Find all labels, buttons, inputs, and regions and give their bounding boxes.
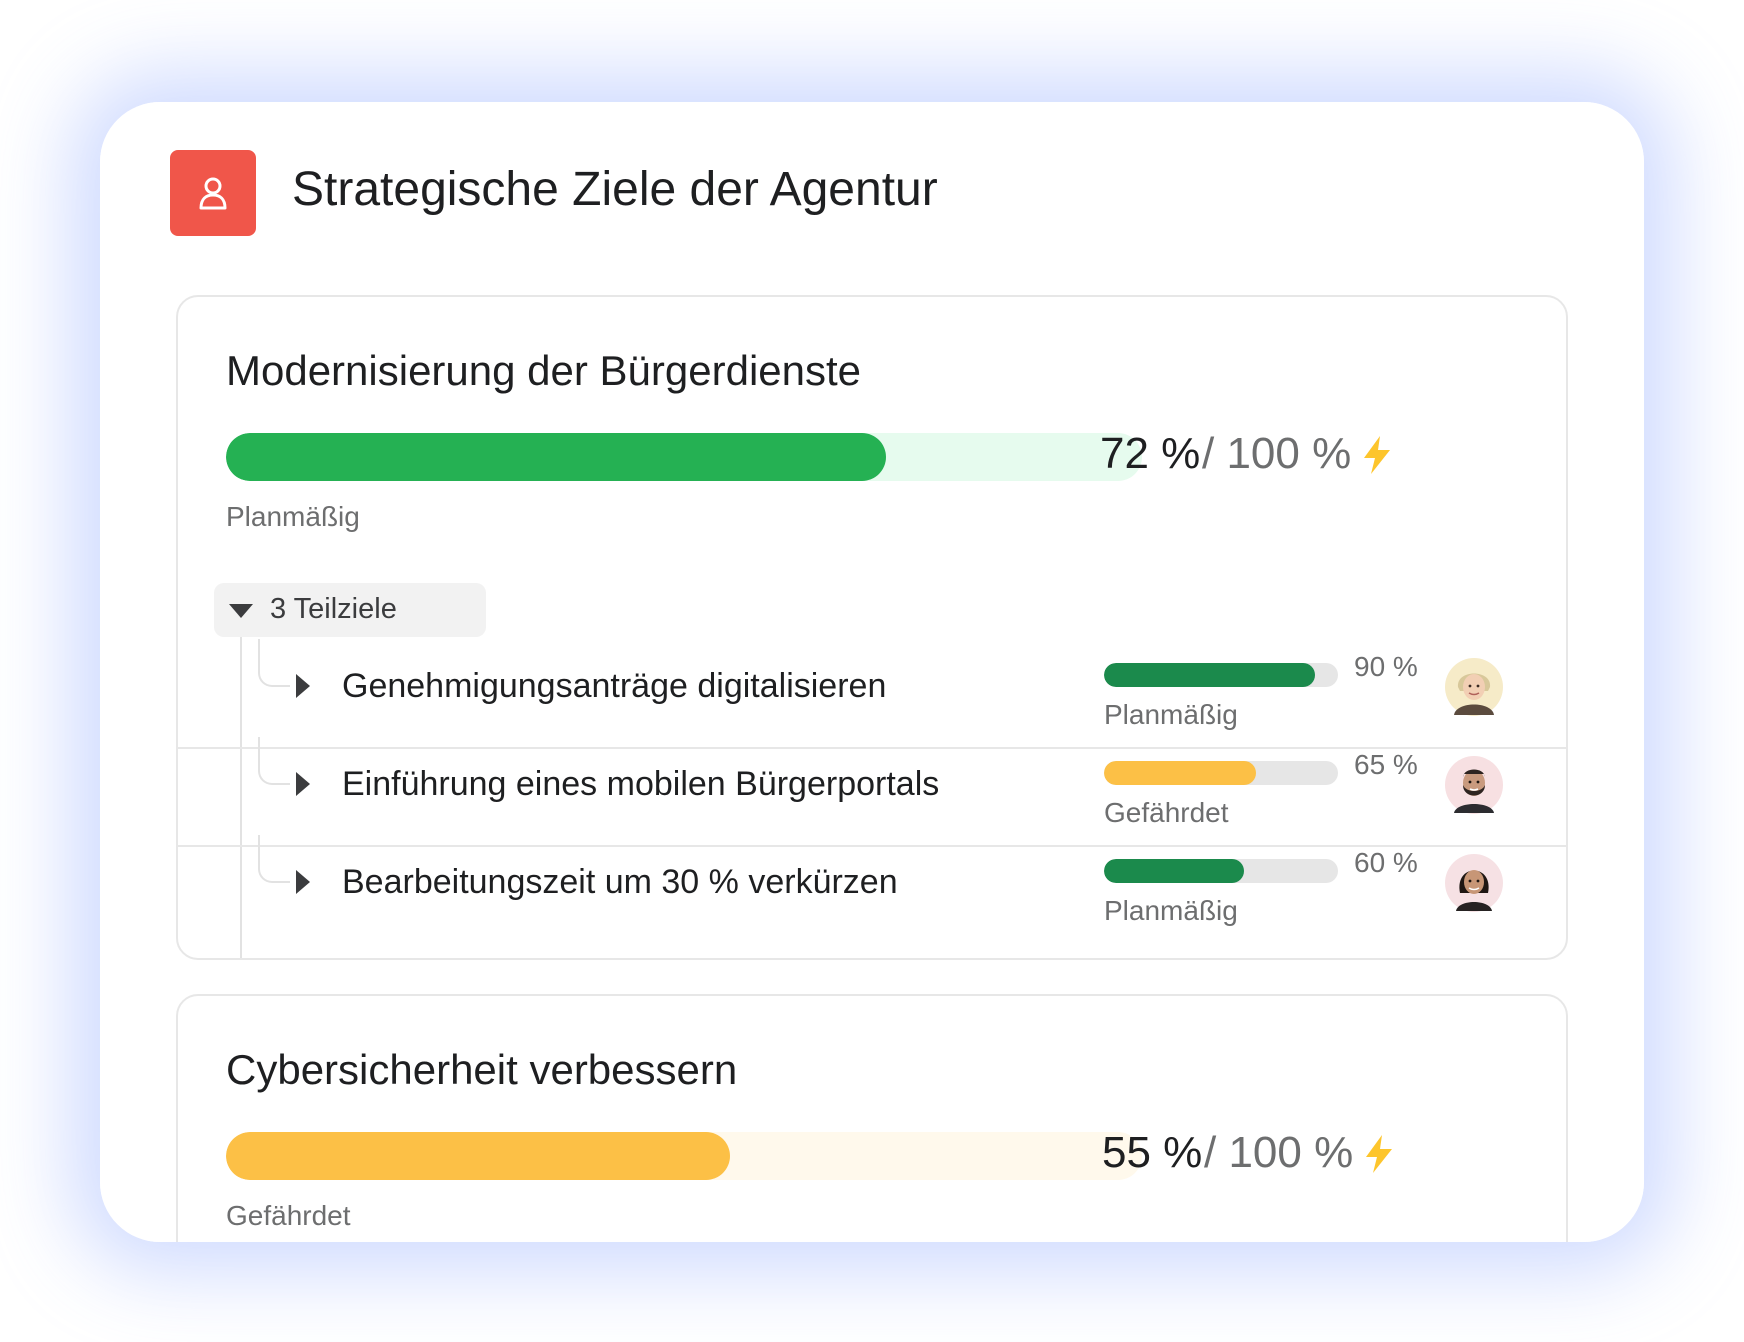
- avatar-man-beard[interactable]: [1444, 755, 1504, 815]
- subgoals-count: 3 Teilziele: [270, 593, 397, 625]
- subgoal-progress-fill: [1104, 761, 1257, 785]
- subgoal-name[interactable]: Einführung eines mobilen Bürgerportals: [342, 765, 939, 804]
- lightning-icon: [1364, 436, 1390, 474]
- goal-title[interactable]: Cybersicherheit verbessern: [226, 1046, 737, 1094]
- subgoal-progress-fill: [1104, 859, 1245, 883]
- goal-progress-value: 72 %: [1100, 429, 1201, 478]
- subgoal-status: Gefährdet: [1104, 797, 1229, 828]
- caret-right-icon[interactable]: [294, 771, 312, 797]
- caret-right-icon[interactable]: [294, 869, 312, 895]
- goal-progress-bar: [226, 1132, 1142, 1180]
- subgoal-status: Planmäßig: [1104, 699, 1238, 730]
- goal-progress-target: / 100 %: [1202, 429, 1352, 478]
- goal-panel[interactable]: Cybersicherheit verbessern 55 % / 100 % …: [176, 994, 1568, 1242]
- caret-down-icon: [229, 604, 253, 618]
- goal-title[interactable]: Modernisierung der Bürgerdienste: [226, 347, 861, 395]
- subgoal-status: Planmäßig: [1104, 895, 1238, 926]
- subgoal-name[interactable]: Bearbeitungszeit um 30 % verkürzen: [342, 863, 898, 902]
- goals-card: Strategische Ziele der Agentur Modernisi…: [100, 102, 1644, 1242]
- subgoal-row[interactable]: Einführung eines mobilen Bürgerportals 6…: [178, 737, 1566, 847]
- goal-status: Planmäßig: [226, 501, 360, 532]
- goal-progress-fill: [226, 433, 886, 481]
- tree-branch: [258, 639, 290, 687]
- goal-person-icon: [170, 150, 256, 236]
- tree-branch: [258, 835, 290, 883]
- subgoal-name[interactable]: Genehmigungsanträge digitalisieren: [342, 667, 886, 706]
- goal-progress-target: / 100 %: [1204, 1128, 1354, 1177]
- goal-progress-bar: [226, 433, 1142, 481]
- tree-branch: [258, 737, 290, 785]
- subgoals-toggle[interactable]: 3 Teilziele: [214, 583, 486, 637]
- page-title: Strategische Ziele der Agentur: [292, 163, 938, 216]
- subgoal-progress-bar: [1104, 761, 1338, 785]
- subgoal-progress-fill: [1104, 663, 1315, 687]
- caret-right-icon[interactable]: [294, 673, 312, 699]
- goal-status: Gefährdet: [226, 1200, 351, 1231]
- goal-progress-fill: [226, 1132, 730, 1180]
- subgoal-row[interactable]: Bearbeitungszeit um 30 % verkürzen 60 % …: [178, 835, 1566, 943]
- goal-progress-value: 55 %: [1102, 1128, 1203, 1177]
- avatar-woman-blonde[interactable]: [1444, 657, 1504, 717]
- subgoal-progress-bar: [1104, 663, 1338, 687]
- subgoal-progress-bar: [1104, 859, 1338, 883]
- avatar-woman-dark-hair[interactable]: [1444, 853, 1504, 913]
- lightning-icon: [1366, 1135, 1392, 1173]
- subgoal-row[interactable]: Genehmigungsanträge digitalisieren 90 % …: [178, 639, 1566, 749]
- goal-panel[interactable]: Modernisierung der Bürgerdienste 72 % / …: [176, 295, 1568, 960]
